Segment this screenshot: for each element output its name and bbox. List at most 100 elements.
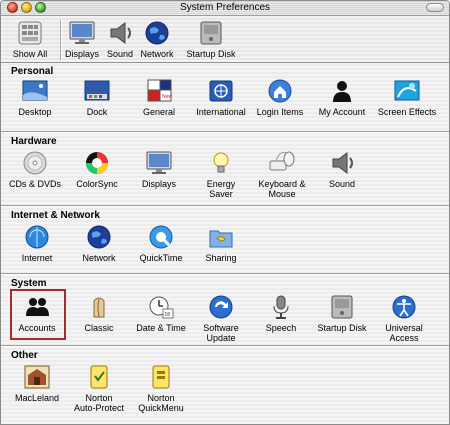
pref-label: Startup Disk <box>317 323 367 333</box>
pref-label: Sharing <box>205 253 237 263</box>
pref-label: Energy <box>206 179 236 189</box>
toolbar-item-label: Show All <box>12 49 48 59</box>
pref-login-items[interactable]: Login Items <box>250 77 310 117</box>
pref-general[interactable]: New General <box>129 77 189 117</box>
toolbar-item-label: Sound <box>106 49 134 59</box>
flag-icon <box>206 77 236 105</box>
pref-macleland[interactable]: MacLeland <box>7 363 67 403</box>
toolbar-startup-disk-button[interactable]: Startup Disk <box>181 19 241 59</box>
pref-label: Internet <box>21 253 53 263</box>
pref-speech[interactable]: Speech <box>251 293 311 333</box>
pref-universal-access[interactable]: Universal Access <box>374 293 434 343</box>
classic-icon <box>84 293 114 321</box>
norton-icon <box>84 363 114 391</box>
toolbar-show-all-button[interactable]: Show All <box>4 19 56 59</box>
section-title: Personal <box>11 66 54 77</box>
pref-screen-effects[interactable]: Screen Effects <box>374 77 440 117</box>
pref-label-line2: Mouse <box>268 189 296 199</box>
building-icon <box>22 363 52 391</box>
pref-displays[interactable]: Displays <box>129 149 189 189</box>
section-title: System <box>11 278 47 289</box>
person-icon <box>327 77 357 105</box>
pref-startup-disk[interactable]: Startup Disk <box>312 293 372 333</box>
pref-cds-dvds[interactable]: CDs & DVDs <box>5 149 65 189</box>
pref-sharing[interactable]: Sharing <box>191 223 251 263</box>
lightbulb-icon <box>206 149 236 177</box>
pref-network[interactable]: Network <box>69 223 129 263</box>
display-icon <box>144 149 174 177</box>
pref-label: Screen Effects <box>377 107 437 117</box>
pref-label: Norton <box>85 393 113 403</box>
pref-label: MacLeland <box>14 393 60 403</box>
pref-label: International <box>196 107 246 117</box>
section-personal: Personal Desktop Dock New General Intern… <box>2 63 448 129</box>
pref-label: Dock <box>86 107 108 117</box>
pref-sound[interactable]: Sound <box>312 149 372 189</box>
display-icon <box>67 19 97 47</box>
globe-icon <box>84 223 114 251</box>
section-internet-network: Internet & Network Internet Network Quic… <box>2 207 448 273</box>
pref-label: Norton <box>147 393 175 403</box>
sharing-icon <box>206 223 236 251</box>
svg-text:18: 18 <box>165 312 171 318</box>
pref-energy-saver[interactable]: Energy Saver <box>191 149 251 199</box>
toolbar-toggle-button[interactable] <box>426 3 444 12</box>
pref-norton-auto-protect[interactable]: Norton Auto-Protect <box>69 363 129 413</box>
colorsync-icon <box>82 149 112 177</box>
pref-label: Universal <box>385 323 423 333</box>
pref-label-line2: Auto-Protect <box>73 403 125 413</box>
pref-label-line2: Update <box>206 333 236 343</box>
pref-quicktime[interactable]: QuickTime <box>131 223 191 263</box>
dock-icon <box>82 77 112 105</box>
screen-effects-icon <box>392 77 422 105</box>
pref-label: Sound <box>328 179 356 189</box>
pref-classic[interactable]: Classic <box>69 293 129 333</box>
general-icon: New <box>144 77 174 105</box>
pref-label-line2: QuickMenu <box>138 403 184 413</box>
svg-text:New: New <box>162 94 172 100</box>
norton-icon <box>146 363 176 391</box>
clock-icon: 18 <box>146 293 176 321</box>
pref-dock[interactable]: Dock <box>67 77 127 117</box>
pref-label-line2: Access <box>389 333 419 343</box>
microphone-icon <box>266 293 296 321</box>
pref-label: CDs & DVDs <box>8 179 61 189</box>
pref-label: Software <box>203 323 239 333</box>
pref-accounts[interactable]: Accounts <box>7 293 67 333</box>
pref-label: Displays <box>141 179 176 189</box>
disc-icon <box>20 149 50 177</box>
software-update-icon <box>206 293 236 321</box>
pref-my-account[interactable]: My Account <box>312 77 372 117</box>
pref-label: My Account <box>318 107 366 117</box>
pref-keyboard-mouse[interactable]: Keyboard & Mouse <box>252 149 312 199</box>
pref-label: Accounts <box>18 323 56 333</box>
pref-label: Keyboard & <box>258 179 306 189</box>
toolbar-network-button[interactable]: Network <box>131 19 183 59</box>
section-title: Hardware <box>11 136 57 147</box>
hard-disk-icon <box>327 293 357 321</box>
hard-disk-icon <box>196 19 226 47</box>
pref-desktop[interactable]: Desktop <box>5 77 65 117</box>
title-bar[interactable]: System Preferences <box>1 1 449 16</box>
section-other: Other MacLeland Norton Auto-Protect Nort… <box>2 347 448 424</box>
pref-label-line2: Saver <box>209 189 233 199</box>
pref-software-update[interactable]: Software Update <box>191 293 251 343</box>
pref-norton-quickmenu[interactable]: Norton QuickMenu <box>131 363 191 413</box>
pref-international[interactable]: International <box>191 77 251 117</box>
toolbar-item-label: Startup Disk <box>186 49 236 59</box>
pref-label: ColorSync <box>76 179 118 189</box>
window-title: System Preferences <box>179 2 271 13</box>
globe-icon <box>142 19 172 47</box>
speaker-icon <box>327 149 357 177</box>
accessibility-icon <box>389 293 419 321</box>
internet-icon <box>22 223 52 251</box>
pref-label: QuickTime <box>139 253 183 263</box>
pref-date-time[interactable]: 18 Date & Time <box>131 293 191 333</box>
pref-internet[interactable]: Internet <box>7 223 67 263</box>
show-all-icon <box>15 19 45 47</box>
desktop-icon <box>20 77 50 105</box>
pref-colorsync[interactable]: ColorSync <box>67 149 127 189</box>
section-hardware: Hardware CDs & DVDs ColorSync Displays E… <box>2 133 448 207</box>
pref-label: Network <box>82 253 116 263</box>
pref-label: Login Items <box>256 107 304 117</box>
